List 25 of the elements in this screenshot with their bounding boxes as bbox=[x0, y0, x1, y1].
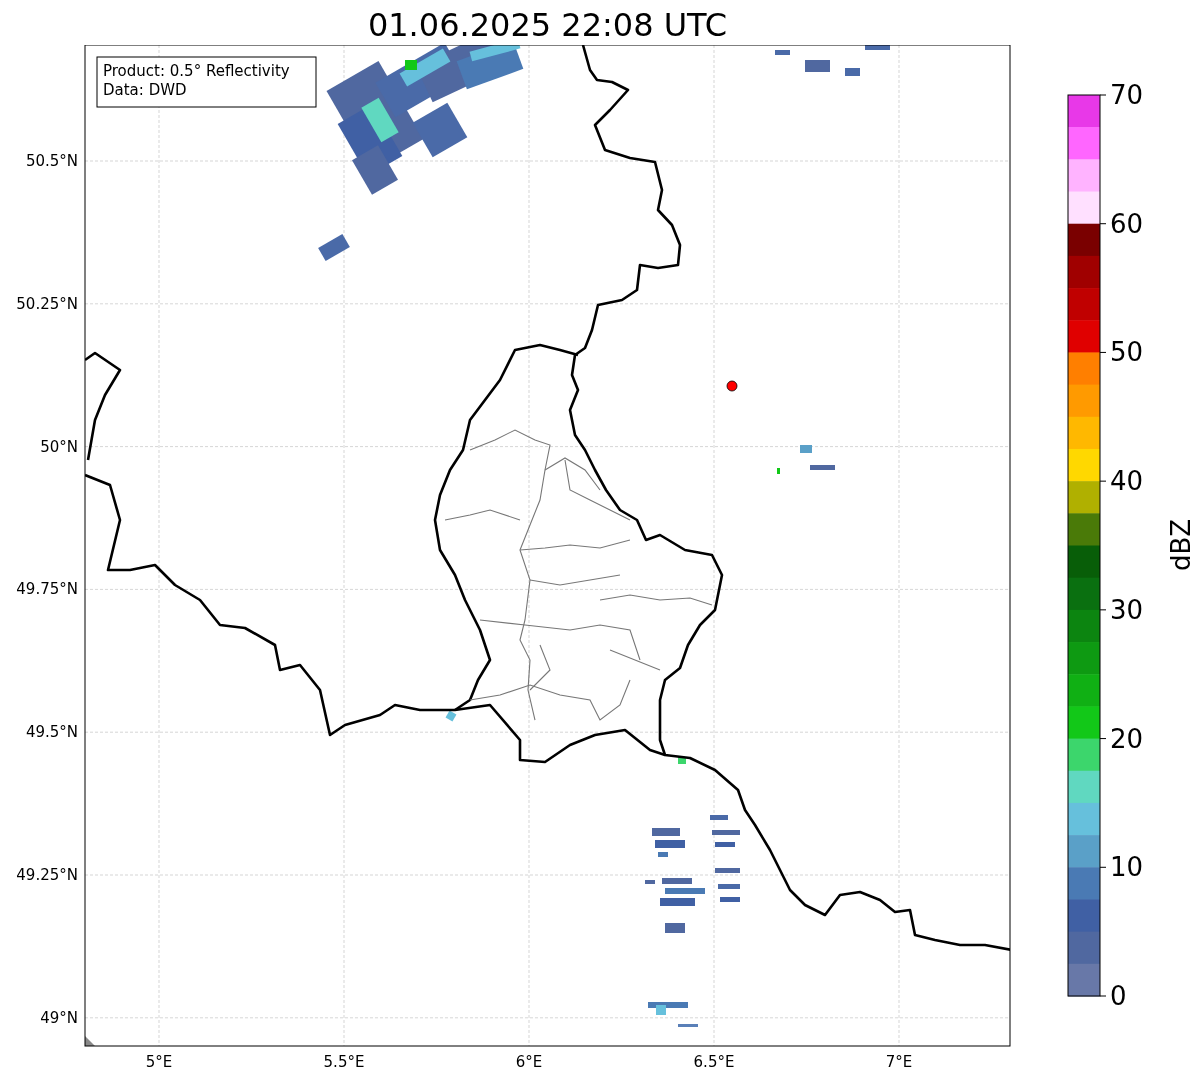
latitude-label: 50.25°N bbox=[16, 294, 78, 313]
scale-label: 0 bbox=[1110, 981, 1127, 1011]
latitude-label: 49.5°N bbox=[25, 723, 78, 742]
longitude-label: 5°E bbox=[145, 1053, 173, 1071]
latitude-label: 49°N bbox=[40, 1008, 78, 1027]
scale-label: 40 bbox=[1110, 466, 1144, 497]
scale-label: 70 bbox=[1110, 80, 1144, 110]
longitude-label: 7°E bbox=[885, 1053, 913, 1071]
longitude-label: 5.5°E bbox=[323, 1053, 365, 1071]
longitude-label: 6°E bbox=[515, 1053, 543, 1071]
scale-label: 50 bbox=[1110, 337, 1144, 368]
colorbar-title: dBZ bbox=[1166, 518, 1196, 572]
scale-label: 10 bbox=[1110, 852, 1144, 883]
chart-title: 01.06.2025 22:08 UTC bbox=[366, 5, 729, 45]
legend-text: Product: 0.5° Reflectivity bbox=[103, 62, 290, 80]
scale-label: 60 bbox=[1110, 208, 1144, 239]
latitude-label: 49.25°N bbox=[16, 866, 78, 884]
latitude-label: 50.5°N bbox=[25, 152, 78, 170]
scale-label: 30 bbox=[1110, 594, 1144, 625]
scale-label: 20 bbox=[1110, 723, 1144, 754]
radar-site-marker bbox=[726, 380, 738, 392]
longitude-label: 6.5°E bbox=[693, 1053, 735, 1071]
latitude-label: 49.75°N bbox=[16, 580, 78, 599]
latitude-label: 50°N bbox=[40, 437, 78, 456]
legend-text: Data: DWD bbox=[103, 81, 187, 99]
